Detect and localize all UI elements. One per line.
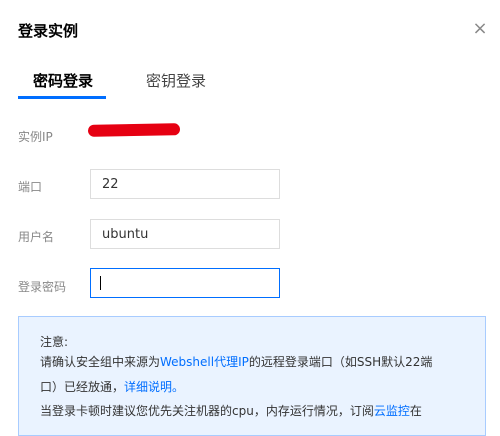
password-input[interactable] (90, 268, 280, 298)
port-label: 端口 (18, 180, 43, 194)
notice-box: 注意: 请确认安全组中来源为Webshell代理IP的远程登录端口（如SSH默认… (18, 316, 486, 436)
notice-line-3-text-b: 在 (409, 404, 422, 418)
notice-heading: 注意: (40, 335, 69, 349)
notice-line-1-text-a: 请确认安全组中来源为 (40, 355, 161, 369)
username-label: 用户名 (18, 230, 55, 244)
redacted-ip-mark (87, 123, 181, 137)
password-label: 登录密码 (18, 280, 67, 294)
active-tab-indicator (18, 96, 106, 99)
notice-line-3: 当登录卡顿时建议您优先关注机器的cpu，内存运行情况，订阅云监控在 (40, 402, 422, 419)
port-input[interactable] (90, 169, 280, 199)
instance-ip-label: 实例IP (18, 130, 53, 144)
tab-password-login[interactable]: 密码登录 (33, 70, 93, 92)
tab-key-login[interactable]: 密钥登录 (146, 70, 206, 92)
dialog-title: 登录实例 (18, 22, 79, 40)
notice-line-2: 口）已经放通，详细说明。 (40, 378, 184, 395)
details-link[interactable]: 详细说明。 (124, 380, 184, 394)
login-instance-dialog: 登录实例 × 密码登录 密钥登录 实例IP 端口 用户名 登录密码 注意: 请确… (0, 0, 500, 436)
webshell-proxy-ip-link[interactable]: Webshell代理IP (160, 355, 249, 369)
notice-line-2-text: 口）已经放通， (40, 380, 125, 394)
close-icon[interactable]: × (470, 18, 490, 40)
notice-line-1: 请确认安全组中来源为Webshell代理IP的远程登录端口（如SSH默认22端 (40, 353, 432, 370)
text-caret (100, 276, 101, 290)
notice-line-3-text-a: 当登录卡顿时建议您优先关注机器的cpu，内存运行情况，订阅 (40, 404, 374, 418)
username-input[interactable] (90, 219, 280, 249)
notice-line-1-text-b: 的远程登录端口（如SSH默认22端 (248, 355, 433, 369)
cloud-monitor-link[interactable]: 云监控 (374, 404, 410, 418)
